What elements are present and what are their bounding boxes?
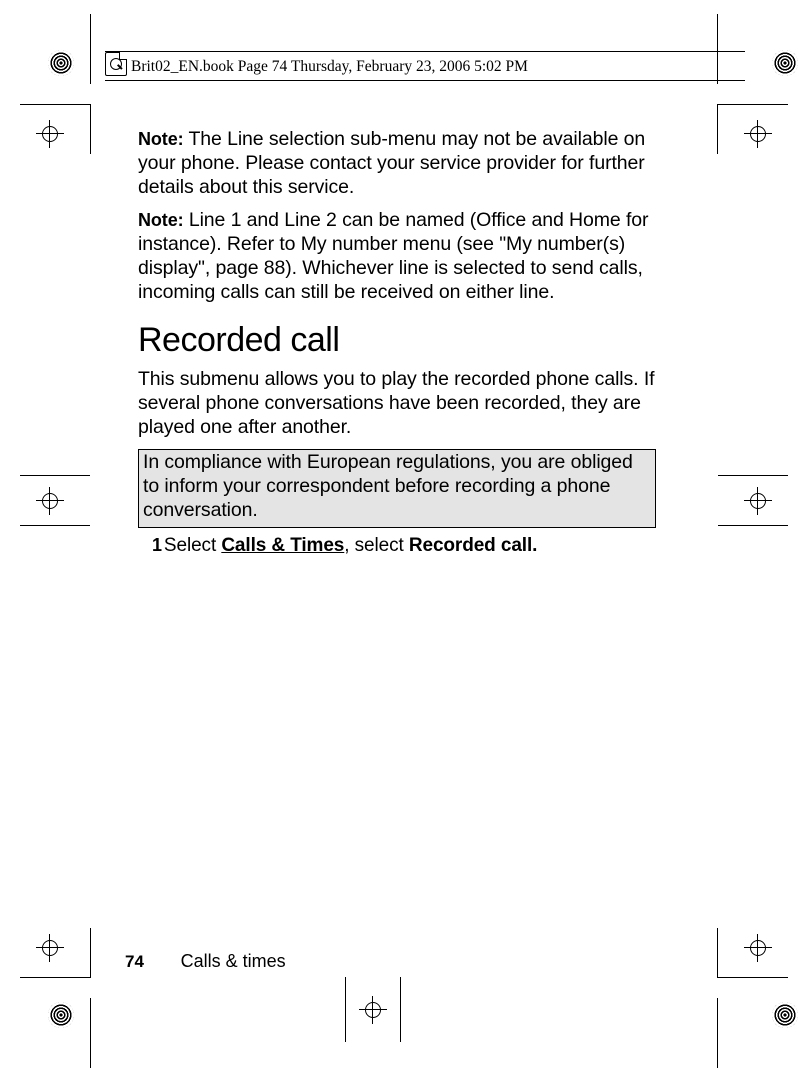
crop-mark-icon (20, 475, 90, 476)
document-icon (105, 52, 127, 76)
crop-mark-icon (718, 475, 788, 476)
registration-mark-icon (48, 50, 74, 76)
note-paragraph: Note: Line 1 and Line 2 can be named (Of… (138, 209, 656, 304)
crop-mark-icon (20, 84, 90, 154)
registration-mark-icon (772, 1002, 798, 1028)
header-text: Brit02_EN.book Page 74 Thursday, Februar… (131, 58, 528, 76)
page: Brit02_EN.book Page 74 Thursday, Februar… (0, 0, 808, 1062)
note-label: Note: (138, 129, 184, 149)
note-text: Line 1 and Line 2 can be named (Office a… (138, 209, 648, 302)
registration-mark-icon (48, 1002, 74, 1028)
note-text: The Line selection sub-menu may not be a… (138, 128, 645, 198)
page-number: 74 (125, 952, 144, 971)
page-header: Brit02_EN.book Page 74 Thursday, Februar… (105, 45, 745, 85)
menu-path: Calls & Times (221, 535, 344, 556)
step-text: Select (164, 535, 221, 556)
note-paragraph: Note: The Line selection sub-menu may no… (138, 128, 656, 199)
section-heading: Recorded call (138, 320, 656, 361)
page-footer: 74 Calls & times (125, 951, 286, 972)
callout-box: In compliance with European regulations,… (138, 449, 656, 527)
step-text: , select (344, 535, 409, 556)
crop-mark-icon (20, 928, 90, 998)
step-number: 1 (152, 535, 162, 555)
page-body: Note: The Line selection sub-menu may no… (138, 128, 656, 557)
registration-mark-icon (772, 50, 798, 76)
step-line: 1Select Calls & Times, select Recorded c… (152, 534, 656, 557)
crop-mark-icon (718, 928, 788, 998)
crop-mark-icon (718, 84, 788, 154)
note-label: Note: (138, 210, 184, 230)
menu-item: Recorded call. (409, 535, 537, 556)
section-intro: This submenu allows you to play the reco… (138, 368, 656, 439)
chapter-title: Calls & times (181, 951, 286, 971)
